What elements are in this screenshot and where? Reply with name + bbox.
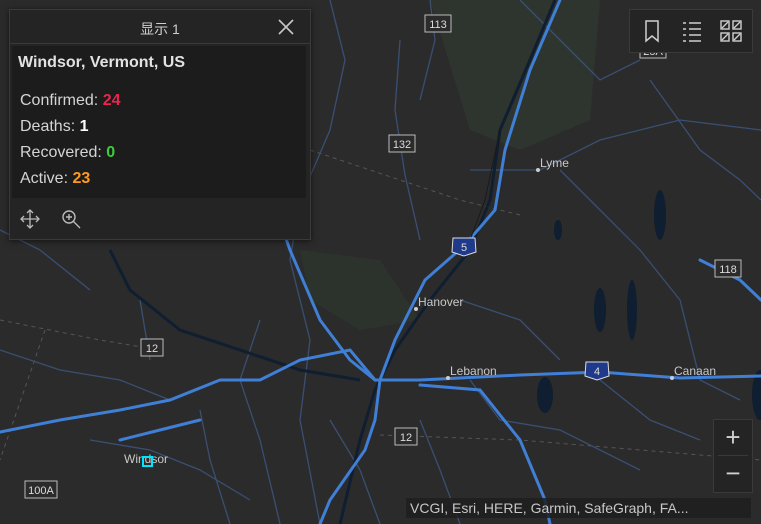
popup-header: 显示 1: [10, 10, 310, 44]
close-button[interactable]: [276, 17, 296, 37]
stat-confirmed: Confirmed: 24: [20, 92, 121, 110]
svg-text:12: 12: [146, 343, 158, 355]
bookmark-icon: [645, 20, 659, 43]
bookmarks-button[interactable]: [639, 18, 665, 44]
basemap-grid-icon: [720, 20, 742, 42]
svg-text:5: 5: [461, 242, 467, 254]
legend-button[interactable]: [679, 18, 705, 44]
stat-active: Active: 23: [20, 170, 90, 188]
us-route-shield: 5: [451, 237, 477, 257]
feature-popup: 显示 1 Windsor, Vermont, US Confirmed: 24 …: [9, 9, 311, 240]
place-lyme: Lyme: [536, 156, 569, 172]
place-windsor: Windsor: [124, 452, 168, 466]
stat-value: 24: [102, 92, 121, 109]
list-icon: [683, 22, 701, 42]
popup-footer: [10, 200, 310, 238]
map-attribution[interactable]: VCGI, Esri, HERE, Garmin, SafeGraph, FA.…: [406, 498, 751, 518]
stat-label: Confirmed:: [20, 92, 103, 109]
close-icon: [278, 19, 294, 35]
svg-text:132: 132: [393, 139, 411, 151]
place-canaan: Canaan: [670, 364, 716, 380]
stat-deaths: Deaths: 1: [20, 118, 89, 136]
stat-value: 1: [79, 118, 89, 135]
place-lebanon: Lebanon: [446, 364, 497, 380]
route-shield: 12: [394, 427, 418, 446]
route-shield: 100A: [24, 480, 58, 499]
stat-recovered: Recovered: 0: [20, 144, 115, 162]
us-route-shield: 4: [584, 361, 610, 381]
popup-content: Windsor, Vermont, US Confirmed: 24 Death…: [12, 46, 306, 198]
zoom-out-button[interactable]: −: [714, 456, 752, 491]
stat-value: 23: [72, 170, 91, 187]
svg-text:Windsor: Windsor: [124, 452, 168, 466]
svg-text:Hanover: Hanover: [418, 295, 463, 309]
svg-text:113: 113: [429, 19, 447, 31]
svg-text:Canaan: Canaan: [674, 364, 716, 378]
popup-title: 显示 1: [140, 21, 180, 37]
svg-text:4: 4: [594, 366, 600, 378]
feature-name: Windsor, Vermont, US: [18, 54, 185, 71]
route-shield: 132: [388, 134, 416, 153]
svg-text:Lyme: Lyme: [540, 156, 569, 170]
place-hanover: Hanover: [414, 295, 463, 311]
basemap-gallery-button[interactable]: [718, 18, 744, 44]
stat-value: 0: [106, 144, 116, 161]
stat-label: Deaths:: [20, 118, 80, 135]
move-icon: [20, 209, 40, 229]
svg-text:100A: 100A: [28, 485, 54, 497]
stat-label: Active:: [20, 170, 73, 187]
route-shield: 118: [714, 259, 742, 278]
svg-text:Lebanon: Lebanon: [450, 364, 497, 378]
pan-to-button[interactable]: [19, 208, 41, 230]
route-shield: 113: [424, 14, 452, 33]
stat-label: Recovered:: [20, 144, 107, 161]
zoom-to-button[interactable]: [60, 208, 82, 230]
route-shield: 12: [140, 338, 164, 357]
zoom-in-button[interactable]: +: [714, 420, 752, 455]
svg-text:118: 118: [719, 264, 737, 276]
map-toolbar: [629, 9, 753, 53]
zoom-in-magnifier-icon: [62, 210, 81, 229]
svg-text:12: 12: [400, 432, 412, 444]
zoom-control: + −: [713, 419, 753, 493]
